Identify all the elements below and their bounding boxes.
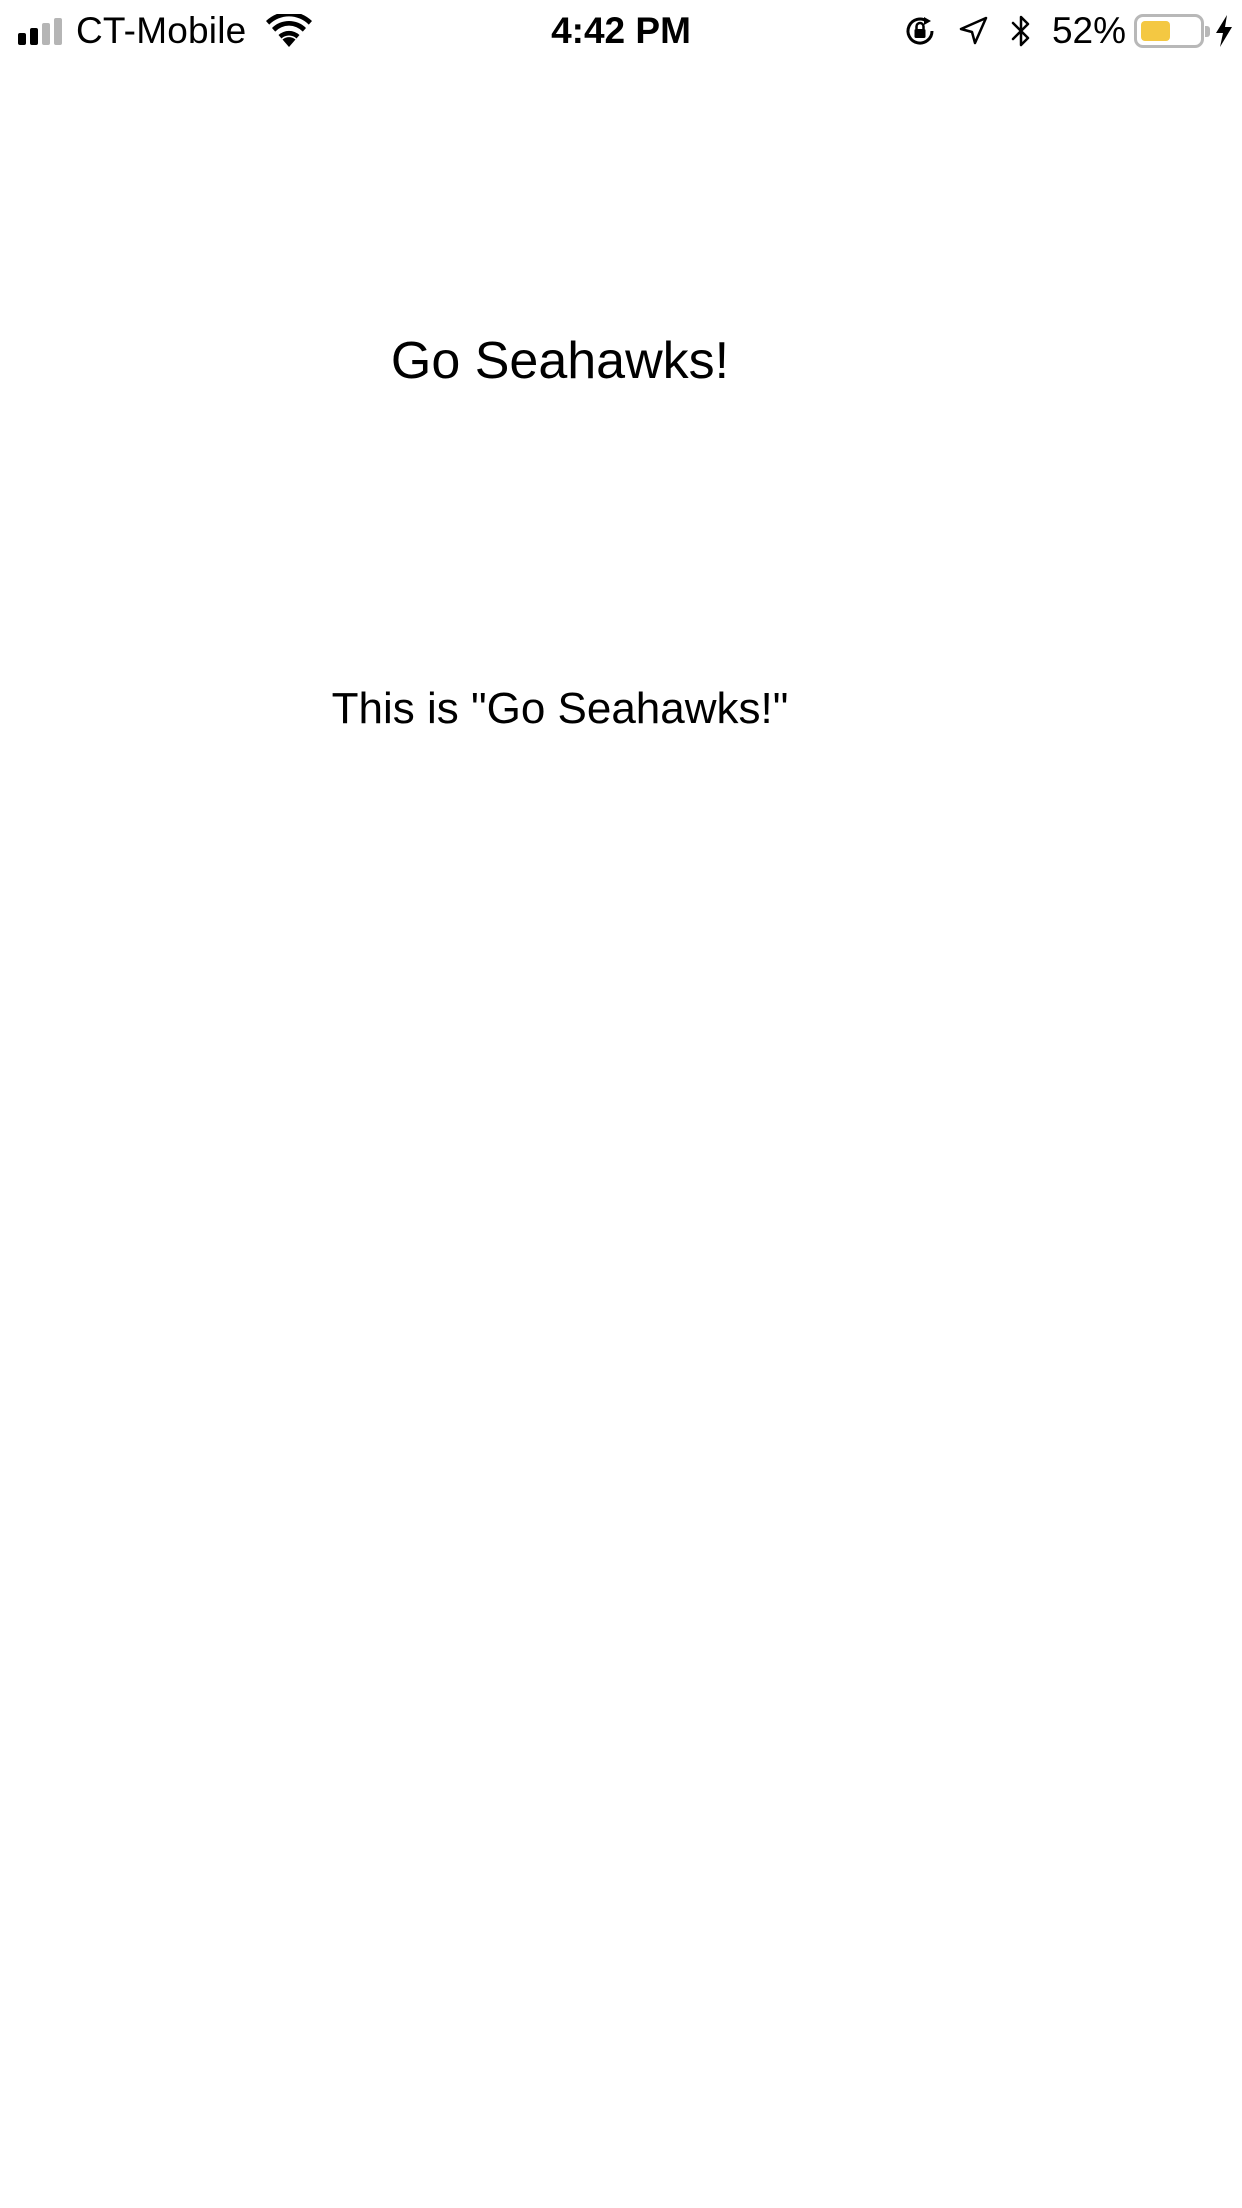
charging-icon <box>1216 15 1232 47</box>
app-screen: CT-Mobile 4:42 PM 52% Go Seahawks! This … <box>0 0 1242 2208</box>
orientation-lock-icon <box>906 17 934 45</box>
location-icon <box>959 16 988 45</box>
caption-text: This is "Go Seahawks!" <box>331 684 789 733</box>
battery-cap <box>1205 26 1210 37</box>
status-bar: CT-Mobile 4:42 PM 52% <box>0 0 1242 62</box>
battery-level-fill <box>1141 21 1170 41</box>
status-bar-right: 52% <box>902 0 1234 62</box>
battery-icon <box>1134 14 1210 48</box>
page-title: Go Seahawks! <box>390 332 730 390</box>
battery-percentage: 52% <box>1051 10 1126 51</box>
bluetooth-icon <box>1011 15 1030 47</box>
